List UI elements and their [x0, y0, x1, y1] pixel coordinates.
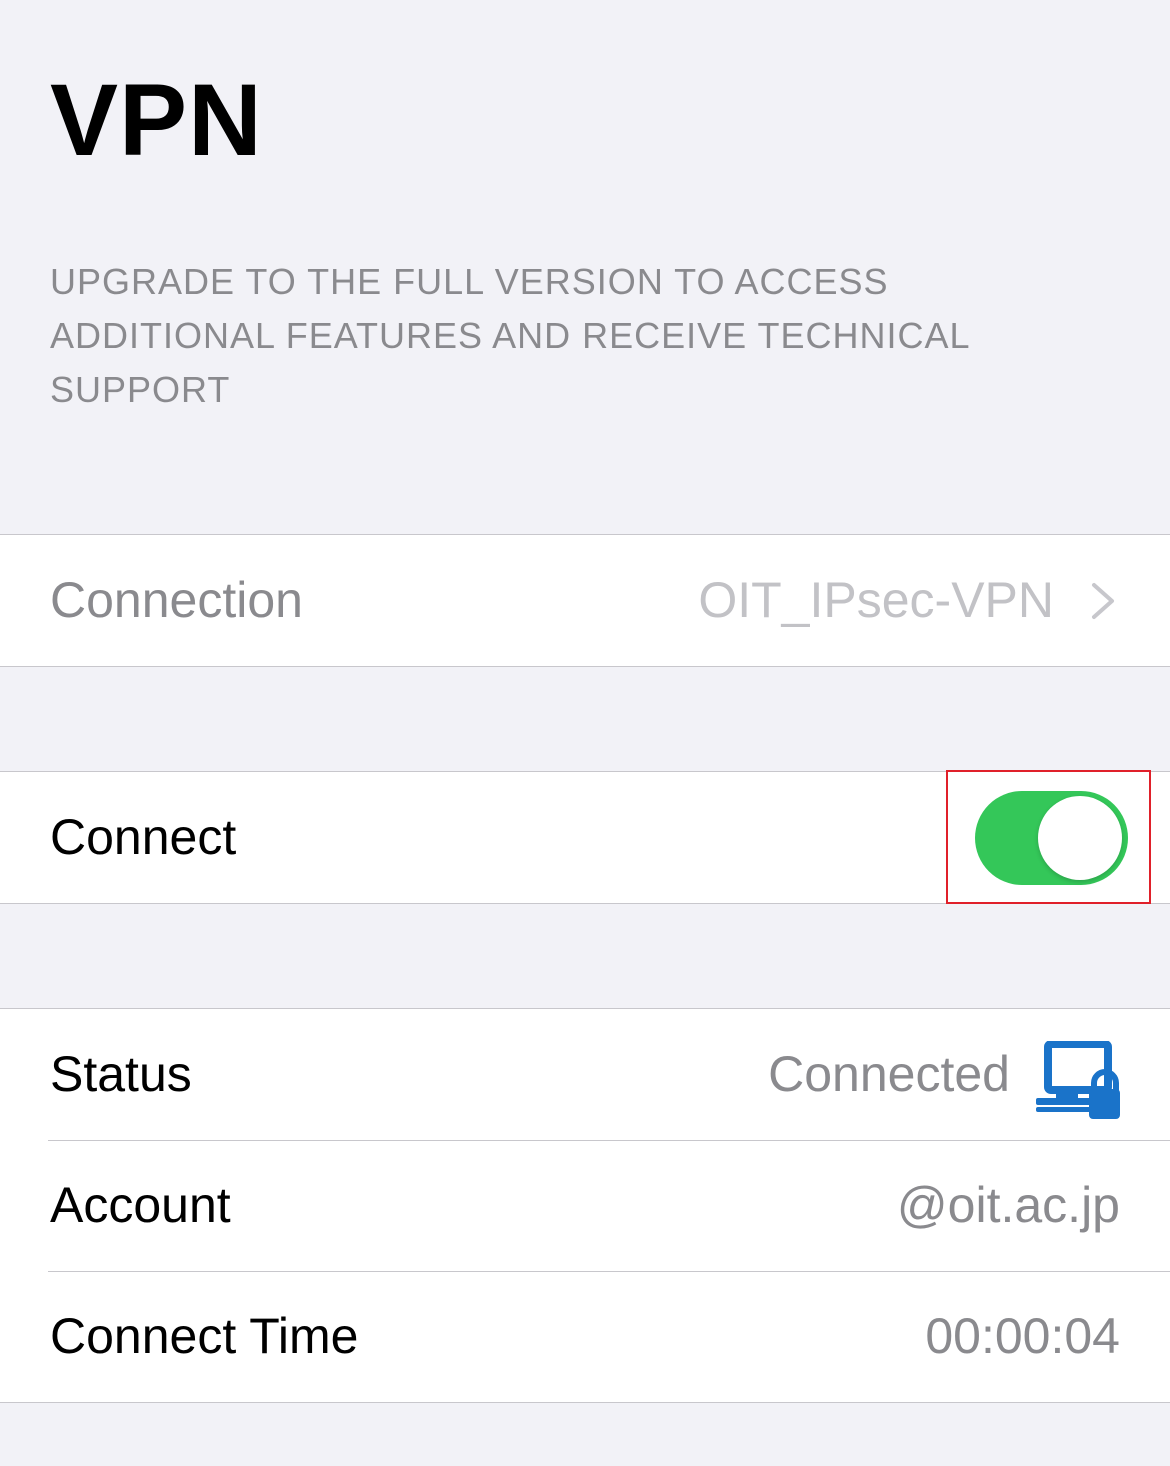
upgrade-note[interactable]: UPGRADE TO THE FULL VERSION TO ACCESS AD… [50, 255, 1050, 417]
connect-time-value: 00:00:04 [925, 1308, 1120, 1364]
connect-group: Connect [0, 770, 1170, 904]
connect-time-row: Connect Time 00:00:04 [0, 1271, 1170, 1402]
details-group: Status Connected Account @oit.ac.jp Conn… [0, 1008, 1170, 1403]
toggle-highlight-box [946, 770, 1151, 904]
connect-row: Connect [0, 770, 1170, 904]
computer-lock-icon [1036, 1041, 1120, 1119]
connection-row[interactable]: Connection OIT_IPsec-VPN [0, 535, 1170, 666]
chevron-right-icon [1092, 583, 1114, 619]
account-row: Account @oit.ac.jp [0, 1140, 1170, 1271]
connection-group: Connection OIT_IPsec-VPN [0, 534, 1170, 667]
status-label: Status [50, 1046, 192, 1102]
account-label: Account [50, 1177, 231, 1233]
status-row: Status Connected [0, 1009, 1170, 1140]
connection-label: Connection [50, 572, 303, 628]
connect-label: Connect [50, 809, 237, 865]
status-value: Connected [768, 1046, 1010, 1102]
account-value: @oit.ac.jp [896, 1177, 1120, 1233]
page-title: VPN [50, 63, 263, 177]
connection-value: OIT_IPsec-VPN [698, 572, 1054, 628]
connect-time-label: Connect Time [50, 1308, 359, 1364]
